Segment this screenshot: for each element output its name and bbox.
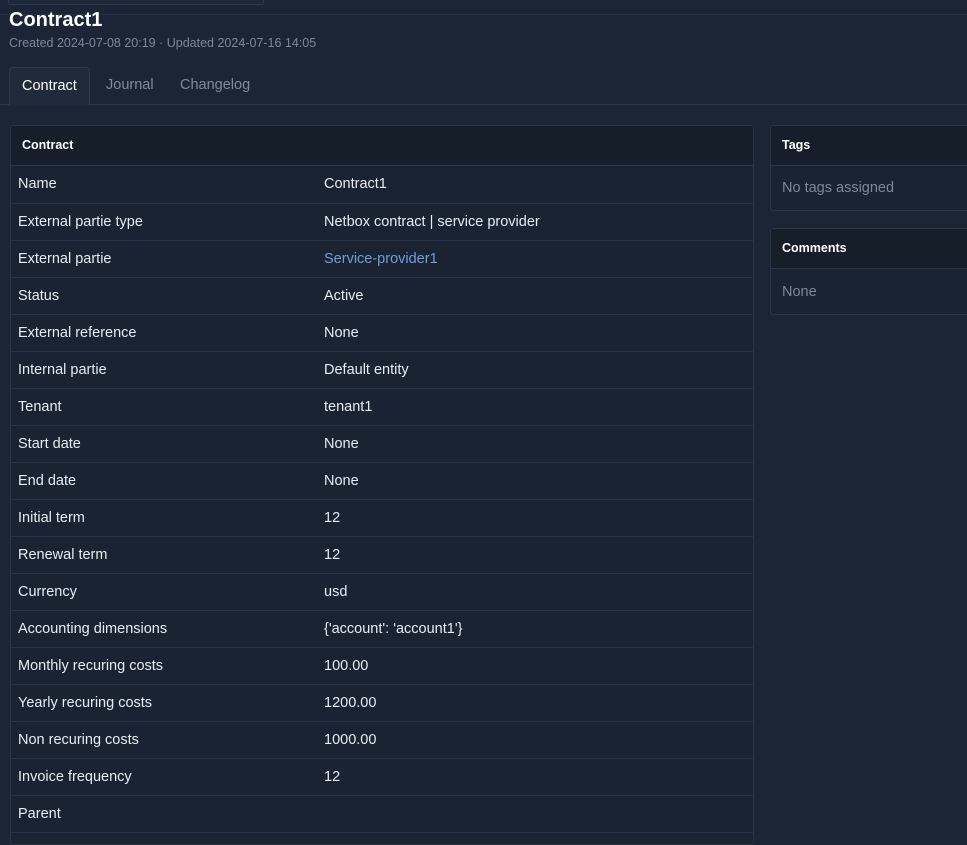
attribute-value: None: [324, 314, 753, 352]
table-row: Parent: [11, 795, 753, 833]
table-row: Internal partie Default entity: [11, 351, 753, 389]
table-row: Initial term 12: [11, 499, 753, 537]
attribute-value: Service-provider1: [324, 240, 753, 278]
top-strip: [0, 0, 967, 15]
table-row: Invoice frequency 12: [11, 758, 753, 796]
contract-attributes-table: Name Contract1 External partie type Netbox …: [11, 166, 753, 833]
attribute-label: External partie: [11, 240, 324, 278]
attribute-label: Yearly recuring costs: [11, 684, 324, 722]
tab-bar: Contract Journal Changelog: [0, 66, 967, 106]
comments-empty-text: None: [782, 284, 817, 300]
attribute-value: 12: [324, 536, 753, 574]
table-row: Status Active: [11, 277, 753, 315]
table-row: External reference None: [11, 314, 753, 352]
table-row: Name Contract1: [11, 166, 753, 204]
attribute-value: 1000.00: [324, 721, 753, 759]
table-row: Non recuring costs 1000.00: [11, 721, 753, 759]
attribute-label: Monthly recuring costs: [11, 647, 324, 685]
attribute-label: Currency: [11, 573, 324, 611]
tags-card: Tags No tags assigned: [770, 125, 967, 211]
attribute-label: Renewal term: [11, 536, 324, 574]
tab-journal[interactable]: Journal: [94, 67, 166, 104]
attribute-value: usd: [324, 573, 753, 611]
attribute-value: Default entity: [324, 351, 753, 389]
attribute-value: 12: [324, 758, 753, 796]
attribute-value: {'account': 'account1'}: [324, 610, 753, 648]
table-row: End date None: [11, 462, 753, 500]
attribute-value: None: [324, 462, 753, 500]
attribute-label: Accounting dimensions: [11, 610, 324, 648]
attribute-label: Internal partie: [11, 351, 324, 389]
attribute-label: Non recuring costs: [11, 721, 324, 759]
table-row: Currency usd: [11, 573, 753, 611]
table-row: External partie type Netbox contract | se…: [11, 203, 753, 241]
attribute-label: External partie type: [11, 203, 324, 241]
attribute-label: Tenant: [11, 388, 324, 426]
table-row: Start date None: [11, 425, 753, 463]
attribute-label: Parent: [11, 795, 324, 833]
attribute-label: Status: [11, 277, 324, 315]
tags-empty-text: No tags assigned: [782, 180, 895, 196]
attribute-label: Start date: [11, 425, 324, 463]
contract-card-header: Contract: [11, 126, 753, 166]
tab-changelog[interactable]: Changelog: [168, 67, 262, 104]
attribute-label: Initial term: [11, 499, 324, 537]
table-row: External partie Service-provider1: [11, 240, 753, 278]
attribute-label: Name: [11, 166, 324, 204]
top-control-stub: [8, 0, 264, 5]
attribute-value: tenant1: [324, 388, 753, 426]
table-row: Monthly recuring costs 100.00: [11, 647, 753, 685]
attribute-value: 100.00: [324, 647, 753, 685]
attribute-value: None: [324, 425, 753, 463]
table-row: Yearly recuring costs 1200.00: [11, 684, 753, 722]
contract-card: Contract Name Contract1 External partie ty…: [10, 125, 754, 845]
table-row: Renewal term 12: [11, 536, 753, 574]
comments-card: Comments None: [770, 228, 967, 315]
attribute-label: End date: [11, 462, 324, 500]
attribute-value: 12: [324, 499, 753, 537]
attribute-label: External reference: [11, 314, 324, 352]
attribute-value: [324, 795, 753, 833]
attribute-value: Active: [324, 277, 753, 315]
table-row: Accounting dimensions {'account': 'accoun…: [11, 610, 753, 648]
tab-contract[interactable]: Contract: [9, 67, 90, 106]
external-partie-link[interactable]: Service-provider1: [324, 251, 438, 267]
tags-card-header: Tags: [771, 126, 967, 166]
page-subtitle: Created 2024-07-08 20:19 · Updated 2024-…: [9, 36, 317, 50]
page-title: Contract1: [9, 9, 103, 31]
attribute-label: Invoice frequency: [11, 758, 324, 796]
attribute-value: Netbox contract | service provider: [324, 203, 753, 241]
attribute-value: 1200.00: [324, 684, 753, 722]
comments-card-header: Comments: [771, 229, 967, 269]
attribute-value: Contract1: [324, 166, 753, 204]
table-row: Tenant tenant1: [11, 388, 753, 426]
